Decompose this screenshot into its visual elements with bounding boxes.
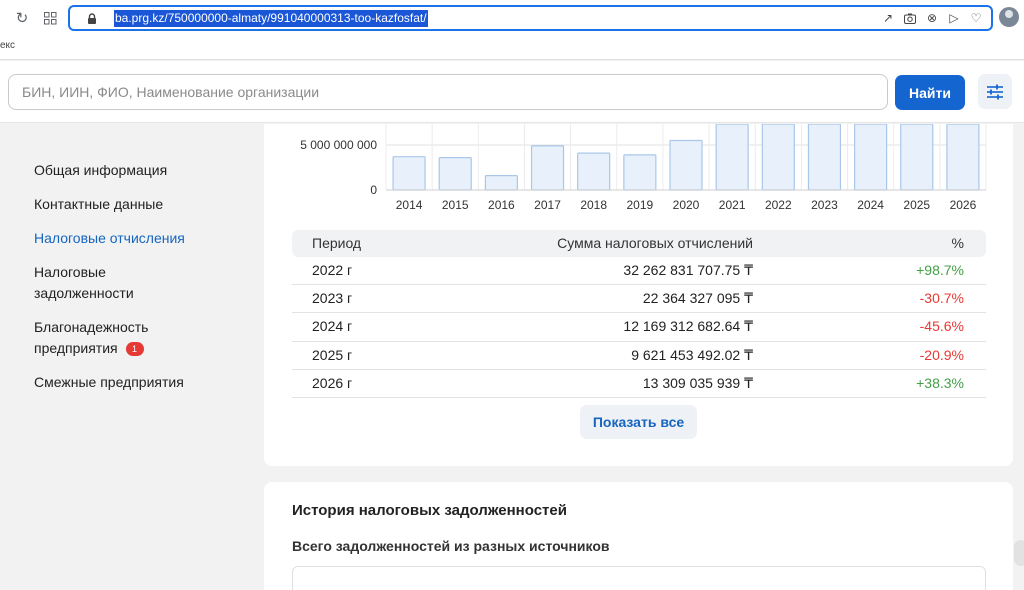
table-body: 2022 г 32 262 831 707.75 ₸ +98.7% 2023 г 22 … bbox=[292, 257, 986, 398]
x-tick-label: 2019 bbox=[626, 198, 653, 212]
cell-period: 2024 г bbox=[312, 318, 353, 335]
cell-sum: 12 169 312 682.64 ₸ bbox=[623, 318, 753, 335]
cell-sum: 32 262 831 707.75 ₸ bbox=[623, 262, 753, 278]
cell-period: 2023 г bbox=[312, 290, 353, 307]
section-title: История налоговых задолженностей bbox=[292, 502, 567, 519]
x-tick-label: 2015 bbox=[442, 198, 469, 212]
cell-percent: -30.7% bbox=[919, 290, 964, 307]
heart-icon[interactable]: ♡ bbox=[969, 10, 983, 26]
sidebar-item-label: Благонадежность bbox=[34, 319, 149, 335]
bookmarks-bar: екс bbox=[0, 36, 1024, 60]
sidebar-item-reliability[interactable]: Благонадежность предприятия 1 bbox=[34, 317, 148, 359]
cell-sum: 22 364 327 095 ₸ bbox=[642, 290, 753, 307]
scroll-handle[interactable] bbox=[1014, 540, 1024, 566]
url-text[interactable]: ba.prg.kz/750000000-almaty/991040000313-… bbox=[114, 10, 428, 27]
x-tick-label: 2018 bbox=[580, 198, 607, 212]
chart-bar-2025[interactable] bbox=[900, 124, 934, 191]
column-header-sum: Сумма налоговых отчислений bbox=[557, 235, 753, 251]
column-header-percent: % bbox=[951, 235, 964, 251]
sidebar-item-tax-debts[interactable]: Налоговые задолженности bbox=[34, 262, 134, 304]
cell-percent: +38.3% bbox=[916, 374, 964, 391]
x-tick-label: 2014 bbox=[396, 198, 423, 212]
chart-bar-2020[interactable] bbox=[669, 139, 703, 191]
cell-percent: -45.6% bbox=[919, 318, 964, 335]
block-icon[interactable]: ⊗ bbox=[925, 10, 939, 26]
sidebar-item-label: Налоговые bbox=[34, 264, 106, 280]
x-tick-label: 2020 bbox=[673, 198, 700, 212]
chart-bar-2016[interactable] bbox=[484, 174, 518, 191]
table-header: Период Сумма налоговых отчислений % bbox=[292, 230, 986, 257]
search-button[interactable]: Найти bbox=[895, 75, 965, 110]
send-icon[interactable]: ▷ bbox=[947, 10, 961, 26]
chart-bar-2022[interactable] bbox=[761, 124, 795, 191]
sidebar-nav: Общая информация Контактные данные Налог… bbox=[0, 124, 262, 590]
tax-table: Период Сумма налоговых отчислений % 2022… bbox=[292, 230, 986, 398]
chart-bar-2026[interactable] bbox=[946, 124, 980, 191]
sidebar-item-related-companies[interactable]: Смежные предприятия bbox=[34, 372, 184, 393]
sliders-icon bbox=[987, 84, 1003, 99]
chart-bar-2019[interactable] bbox=[623, 154, 657, 191]
table-row: 2025 г 9 621 453 492.02 ₸ -20.9% bbox=[292, 342, 986, 370]
search-input[interactable] bbox=[8, 74, 888, 110]
y-tick-label: 0 bbox=[370, 183, 377, 197]
table-row: 2023 г 22 364 327 095 ₸ -30.7% bbox=[292, 285, 986, 314]
chart-bar-2018[interactable] bbox=[577, 152, 611, 191]
chart-bar-2014[interactable] bbox=[392, 156, 426, 191]
notification-badge: 1 bbox=[125, 342, 144, 357]
cell-period: 2026 г bbox=[312, 374, 353, 391]
site-header: Найти bbox=[0, 61, 1024, 123]
cell-percent: +98.7% bbox=[916, 262, 964, 278]
tax-chart: 5 000 000 000 0 2014 2015 2016 2017 2018 2019 20… bbox=[300, 124, 987, 212]
table-row: 2022 г 32 262 831 707.75 ₸ +98.7% bbox=[292, 257, 986, 286]
chart-bar-2023[interactable] bbox=[807, 124, 842, 191]
x-tick-label: 2023 bbox=[811, 198, 838, 212]
x-tick-label: 2025 bbox=[903, 198, 930, 212]
x-tick-label: 2026 bbox=[950, 198, 977, 212]
apps-grid-icon[interactable] bbox=[40, 8, 60, 28]
section-subtitle: Всего задолженностей из разных источнико… bbox=[292, 538, 610, 554]
x-tick-label: 2017 bbox=[534, 198, 561, 212]
x-tick-label: 2016 bbox=[488, 198, 515, 212]
profile-avatar[interactable] bbox=[999, 7, 1019, 27]
debts-chart-box bbox=[292, 566, 986, 590]
share-icon[interactable]: ↗ bbox=[881, 10, 895, 26]
y-tick-label: 5 000 000 000 bbox=[300, 138, 377, 152]
column-header-period: Период bbox=[312, 235, 362, 251]
sidebar-item-tax-payments[interactable]: Налоговые отчисления bbox=[34, 228, 185, 249]
sidebar-item-label: предприятия bbox=[34, 340, 118, 356]
table-row: 2024 г 12 169 312 682.64 ₸ -45.6% bbox=[292, 313, 986, 342]
address-bar-icons: ↗ ⊗ ▷ ♡ bbox=[881, 10, 983, 26]
x-tick-label: 2024 bbox=[857, 198, 884, 212]
cell-sum: 13 309 035 939 ₸ bbox=[642, 374, 753, 391]
screenshot-icon[interactable] bbox=[903, 10, 917, 26]
x-tick-label: 2022 bbox=[765, 198, 792, 212]
chart-bar-2017[interactable] bbox=[530, 145, 565, 191]
show-all-button[interactable]: Показать все bbox=[580, 405, 697, 439]
sidebar-item-label: задолженности bbox=[34, 285, 134, 301]
sidebar-item-general-info[interactable]: Общая информация bbox=[34, 160, 167, 181]
address-bar[interactable]: ba.prg.kz/750000000-almaty/991040000313-… bbox=[68, 5, 993, 31]
bookmark-item[interactable]: екс bbox=[0, 40, 15, 51]
lock-icon[interactable] bbox=[86, 12, 98, 24]
browser-toolbar: ↻ ba.prg.kz/750000000-almaty/99104000031… bbox=[0, 0, 1024, 36]
cell-period: 2022 г bbox=[312, 262, 353, 278]
table-row: 2026 г 13 309 035 939 ₸ +38.3% bbox=[292, 370, 986, 398]
x-tick-label: 2021 bbox=[719, 198, 746, 212]
chart-bar-2015[interactable] bbox=[438, 156, 472, 191]
chart-bar-2021[interactable] bbox=[715, 124, 749, 191]
cell-sum: 9 621 453 492.02 ₸ bbox=[631, 346, 753, 363]
reload-icon[interactable]: ↻ bbox=[12, 8, 32, 28]
chart-bar-2024[interactable] bbox=[854, 124, 888, 191]
filter-settings-button[interactable] bbox=[978, 74, 1012, 109]
cell-period: 2025 г bbox=[312, 346, 353, 363]
cell-percent: -20.9% bbox=[919, 346, 964, 363]
sidebar-item-contacts[interactable]: Контактные данные bbox=[34, 194, 163, 215]
